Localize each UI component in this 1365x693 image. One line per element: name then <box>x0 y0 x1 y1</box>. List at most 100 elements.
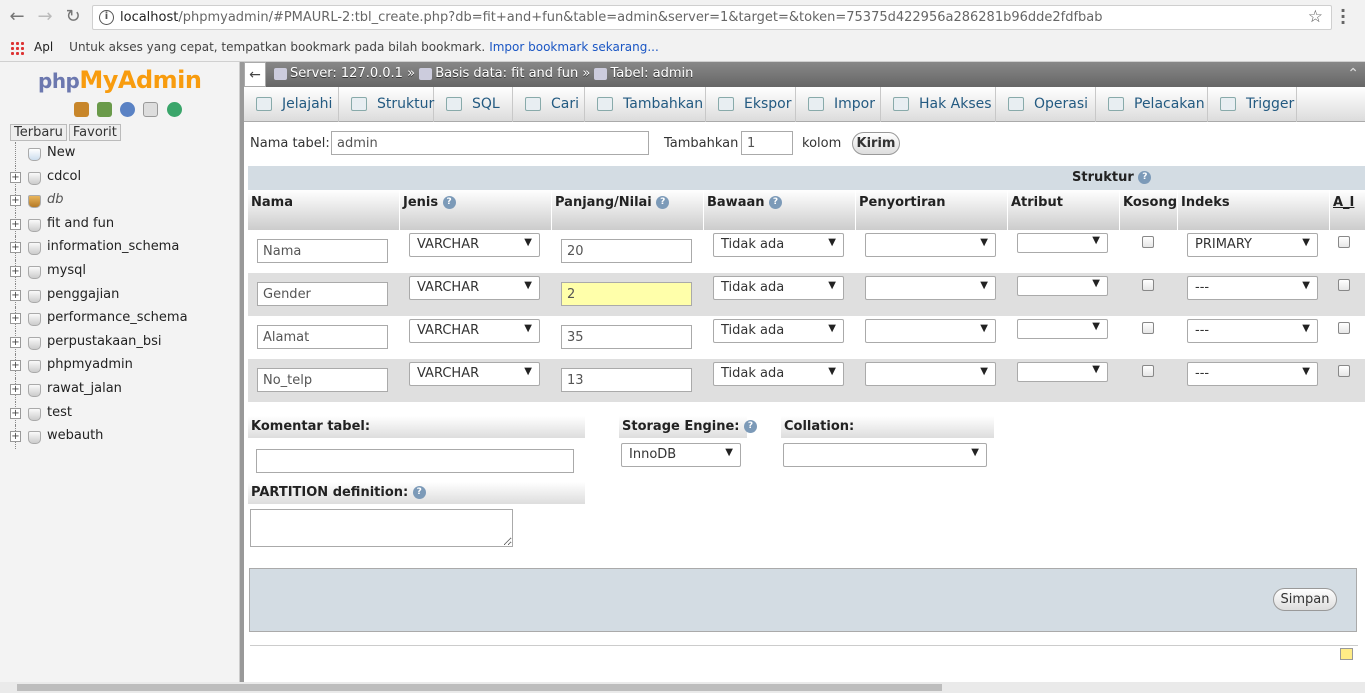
tree-item-label[interactable]: performance_schema <box>47 310 188 325</box>
phpmyadmin-logo[interactable]: phpMyAdmin <box>38 66 202 94</box>
tree-item-label[interactable]: rawat_jalan <box>47 381 122 396</box>
tree-item-database[interactable]: + phpmyadmin <box>6 354 236 378</box>
column-collation-select[interactable]: ▼ <box>865 362 996 386</box>
tab-pelacakan[interactable]: Pelacakan <box>1096 87 1208 122</box>
help-icon[interactable]: ? <box>769 196 783 209</box>
auto-increment-checkbox[interactable] <box>1338 279 1350 291</box>
apps-bookmark[interactable]: Apl <box>34 40 53 54</box>
storage-engine-select[interactable]: InnoDB ▼ <box>621 443 741 467</box>
expand-icon[interactable]: + <box>10 265 21 277</box>
help-icon[interactable]: ? <box>412 486 426 499</box>
tree-item-label[interactable]: mysql <box>47 263 86 278</box>
expand-icon[interactable]: + <box>10 360 21 372</box>
logout-icon[interactable] <box>97 102 113 117</box>
tree-item-database[interactable]: + cdcol <box>6 165 236 190</box>
back-icon[interactable]: ← <box>7 7 27 27</box>
column-collation-select[interactable]: ▼ <box>865 276 996 300</box>
auto-increment-checkbox[interactable] <box>1338 322 1350 334</box>
column-default-select[interactable]: Tidak ada ▼ <box>713 362 844 386</box>
column-length-input[interactable] <box>561 368 692 392</box>
column-default-select[interactable]: Tidak ada ▼ <box>713 319 844 343</box>
null-checkbox[interactable] <box>1142 365 1154 377</box>
scroll-top-icon[interactable]: ⌃ <box>1347 66 1359 82</box>
tree-item-database[interactable]: + rawat_jalan <box>6 377 236 402</box>
column-index-select[interactable]: --- ▼ <box>1187 319 1318 343</box>
apps-grid-icon[interactable] <box>10 40 24 55</box>
expand-icon[interactable]: + <box>10 431 21 443</box>
table-collation-select[interactable]: ▼ <box>783 443 987 467</box>
tree-item-label[interactable]: cdcol <box>47 169 81 184</box>
auto-increment-checkbox[interactable] <box>1338 236 1350 248</box>
tree-item-label[interactable]: penggajian <box>47 287 119 302</box>
column-length-input[interactable] <box>561 325 692 349</box>
tab-struktur[interactable]: Struktur <box>339 87 434 122</box>
column-collation-select[interactable]: ▼ <box>865 319 996 343</box>
tab-operasi[interactable]: Operasi <box>996 87 1096 122</box>
tree-item-new[interactable]: New <box>6 142 236 166</box>
column-index-select[interactable]: PRIMARY ▼ <box>1187 233 1318 257</box>
expand-icon[interactable]: + <box>10 195 21 207</box>
expand-icon[interactable]: + <box>10 383 21 395</box>
tree-item-database[interactable]: + db <box>6 189 236 213</box>
column-type-select[interactable]: VARCHAR ▼ <box>409 233 540 257</box>
home-icon[interactable] <box>74 102 89 117</box>
tree-item-label[interactable]: New <box>47 145 75 160</box>
tree-item-label[interactable]: fit and fun <box>47 216 114 231</box>
column-name-input[interactable] <box>257 325 388 349</box>
tree-item-database[interactable]: + webauth <box>6 425 236 449</box>
url-text[interactable]: localhost/phpmyadmin/#PMAURL-2:tbl_creat… <box>120 10 1103 25</box>
column-index-select[interactable]: --- ▼ <box>1187 362 1318 386</box>
expand-icon[interactable]: + <box>10 242 21 254</box>
column-length-input[interactable] <box>561 239 692 263</box>
column-name-input[interactable] <box>257 239 388 263</box>
tab-jelajahi[interactable]: Jelajahi <box>244 87 339 122</box>
collapse-sidebar-button[interactable]: ← <box>244 62 266 87</box>
column-name-input[interactable] <box>257 282 388 306</box>
column-attribute-select[interactable]: ▼ <box>1017 362 1108 382</box>
tab-ekspor[interactable]: Ekspor <box>706 87 796 122</box>
tree-item-database[interactable]: + performance_schema <box>6 307 236 331</box>
tree-item-label[interactable]: test <box>47 405 72 420</box>
submit-add-columns-button[interactable]: Kirim <box>852 132 900 155</box>
tab-hak-akses[interactable]: Hak Akses <box>881 87 996 122</box>
expand-icon[interactable]: + <box>10 313 21 325</box>
tree-item-database[interactable]: + fit and fun <box>6 212 236 237</box>
breadcrumb-server[interactable]: Server: 127.0.0.1 <box>290 66 403 81</box>
help-icon[interactable]: ? <box>744 420 758 433</box>
tab-tambahkan[interactable]: Tambahkan <box>585 87 706 122</box>
scrollbar-thumb[interactable] <box>17 684 942 691</box>
expand-icon[interactable]: + <box>10 289 21 301</box>
null-checkbox[interactable] <box>1142 236 1154 248</box>
table-name-input[interactable] <box>331 131 649 155</box>
expand-icon[interactable]: + <box>10 336 21 348</box>
column-collation-select[interactable]: ▼ <box>865 233 996 257</box>
favorites-tab[interactable]: Favorit <box>68 124 121 141</box>
tree-item-label[interactable]: webauth <box>47 428 103 443</box>
tree-item-database[interactable]: + mysql <box>6 259 236 284</box>
tab-trigger[interactable]: Trigger <box>1208 87 1297 122</box>
expand-icon[interactable]: + <box>10 218 21 230</box>
save-button[interactable]: Simpan <box>1273 588 1337 611</box>
help-icon[interactable]: ? <box>656 196 670 209</box>
column-type-select[interactable]: VARCHAR ▼ <box>409 276 540 300</box>
column-name-input[interactable] <box>257 368 388 392</box>
tab-cari[interactable]: Cari <box>513 87 585 122</box>
column-attribute-select[interactable]: ▼ <box>1017 276 1108 296</box>
tab-sql[interactable]: SQL <box>434 87 513 122</box>
help-icon[interactable] <box>120 102 136 117</box>
column-attribute-select[interactable]: ▼ <box>1017 319 1108 339</box>
add-columns-count-input[interactable] <box>741 131 793 155</box>
tree-item-label[interactable]: phpmyadmin <box>47 357 133 372</box>
table-comment-input[interactable] <box>256 449 574 473</box>
breadcrumb-table[interactable]: Tabel: admin <box>610 66 693 81</box>
recent-tab[interactable]: Terbaru <box>10 124 67 141</box>
tree-item-label[interactable]: perpustakaan_bsi <box>47 334 162 349</box>
import-bookmarks-link[interactable]: Impor bookmark sekarang... <box>489 40 659 54</box>
refresh-icon[interactable] <box>166 102 182 117</box>
column-length-input[interactable] <box>561 282 692 306</box>
tree-item-label[interactable]: information_schema <box>47 239 179 254</box>
auto-increment-checkbox[interactable] <box>1338 365 1350 377</box>
tree-item-database[interactable]: + information_schema <box>6 236 236 260</box>
docs-icon[interactable] <box>143 102 159 117</box>
tree-item-database[interactable]: + penggajian <box>6 283 236 308</box>
